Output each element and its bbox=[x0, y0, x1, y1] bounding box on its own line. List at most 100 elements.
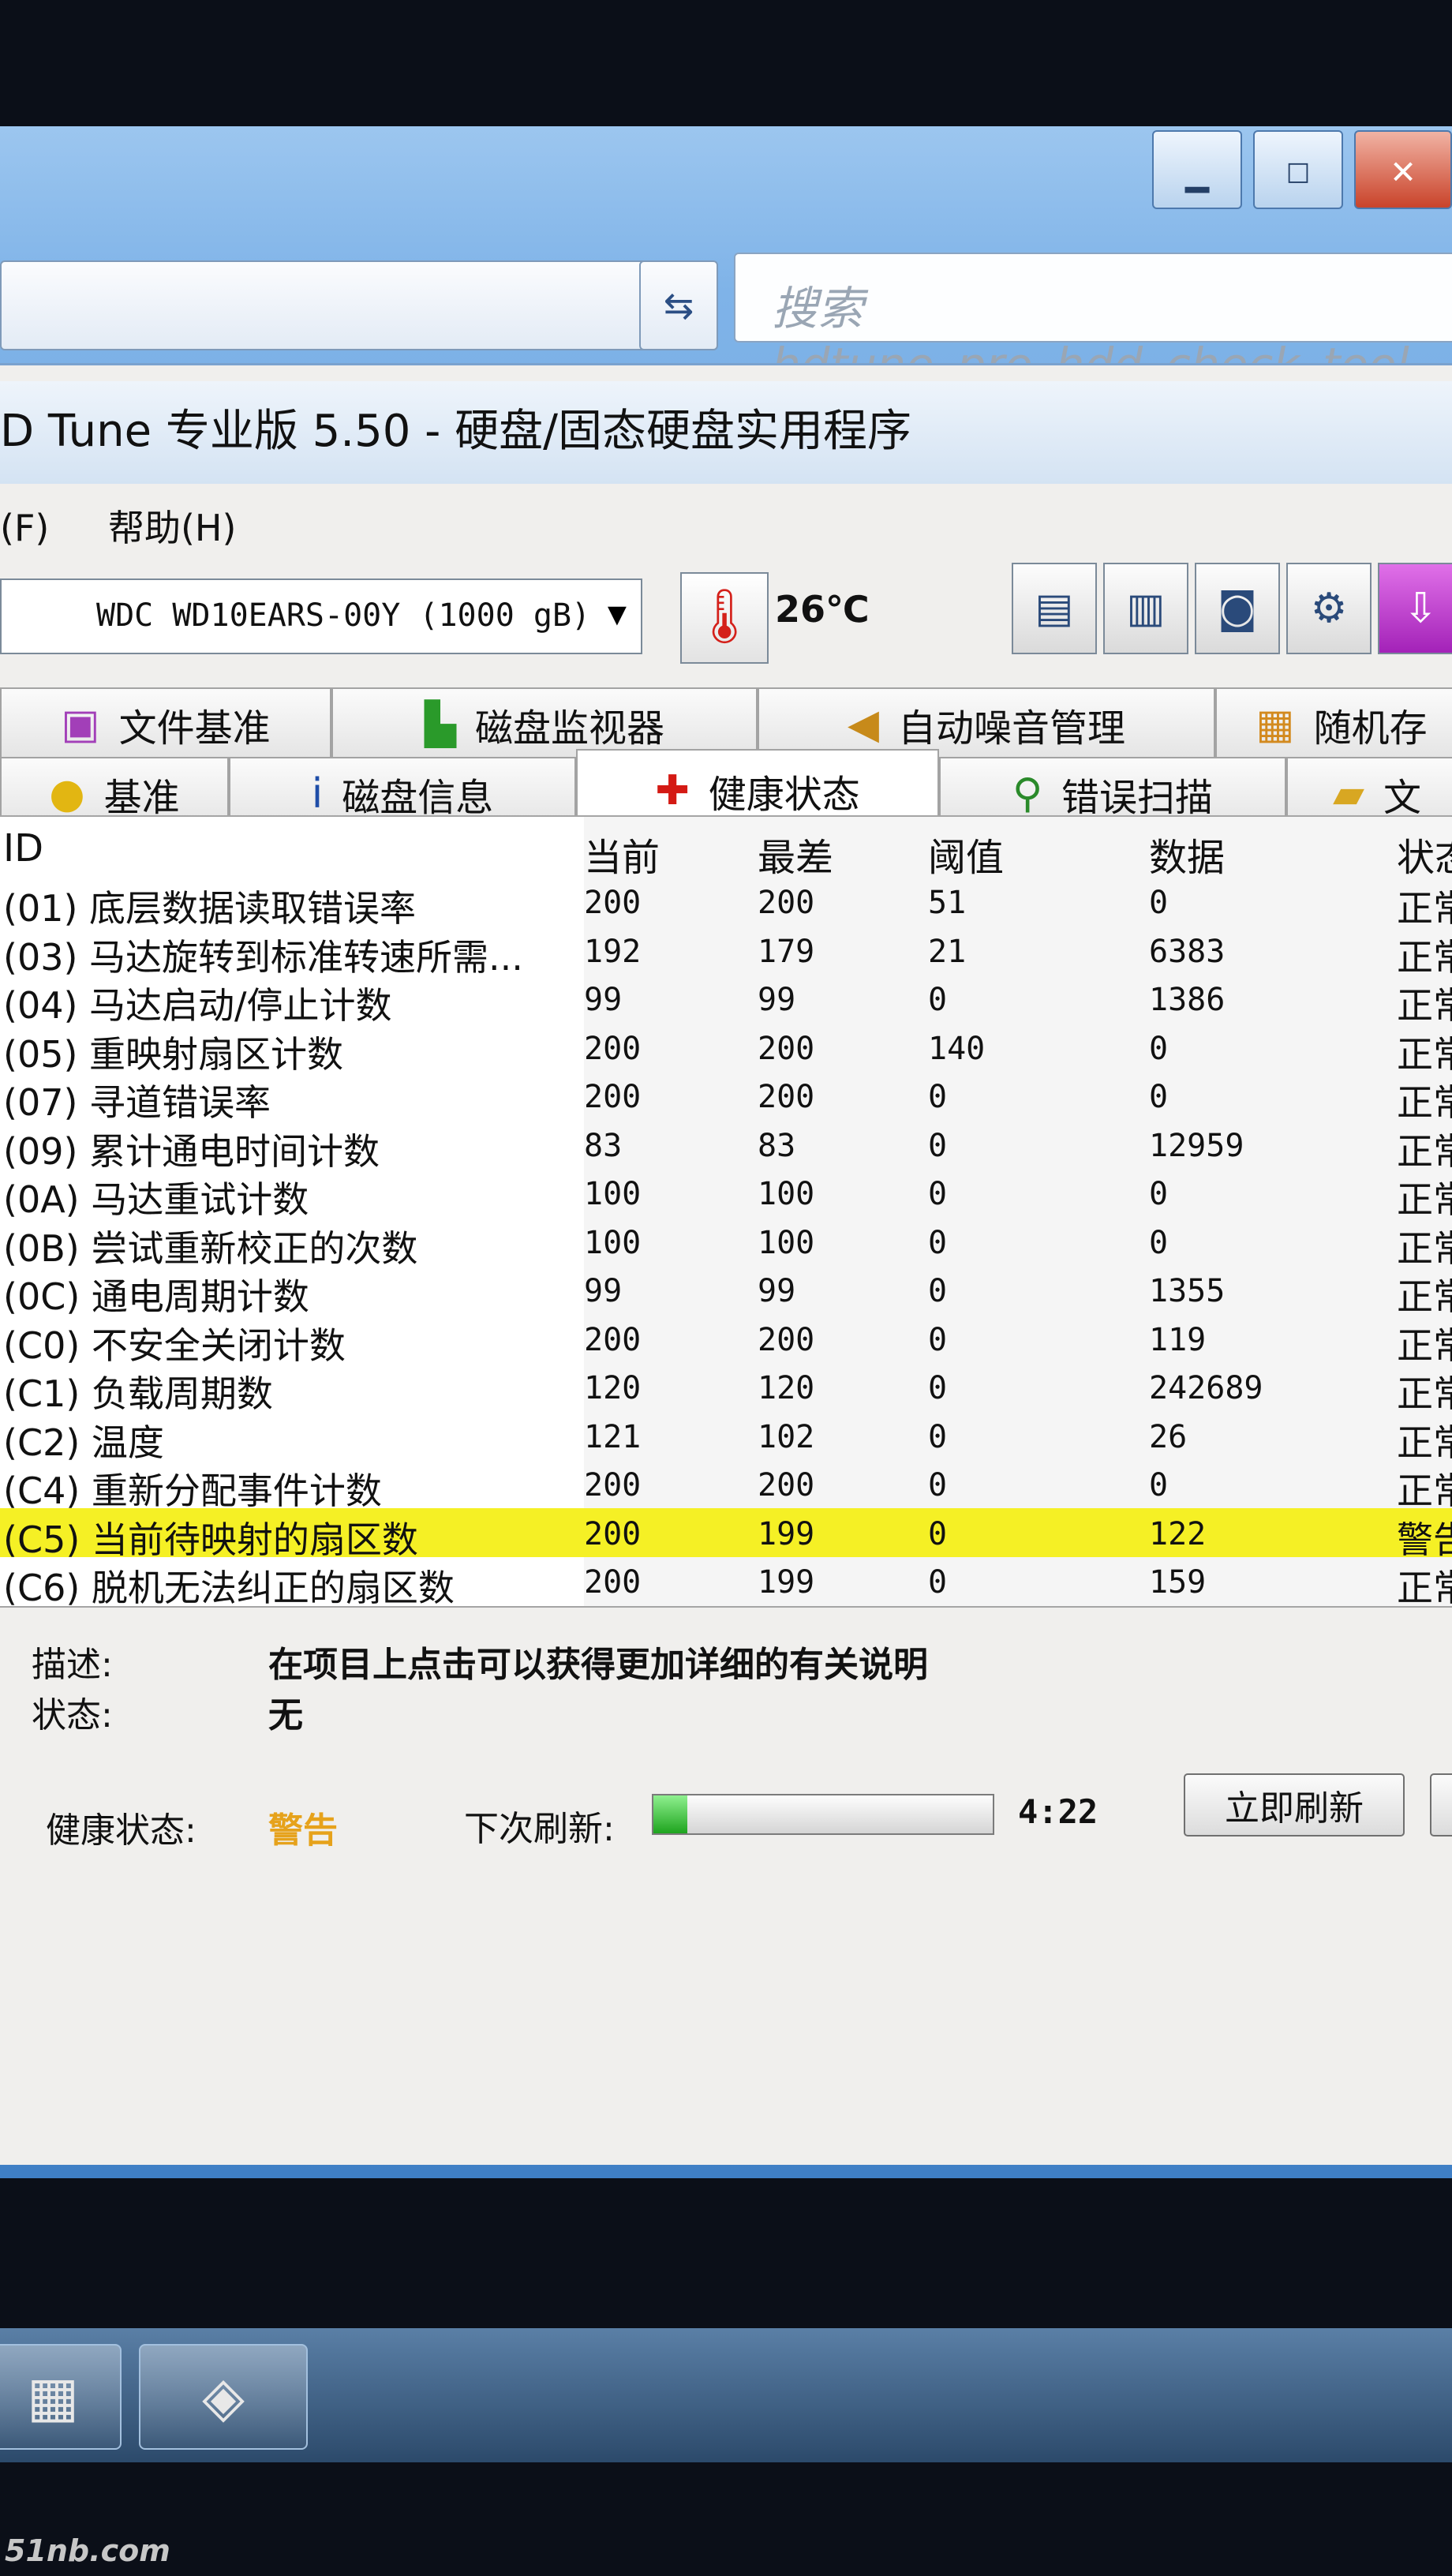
attribute-name: (05) 重映射扇区计数 bbox=[3, 1032, 344, 1076]
attribute-name: (04) 马达启动/停止计数 bbox=[3, 984, 392, 1027]
disk-monitor-icon: ▙ bbox=[424, 701, 456, 748]
status-value: 正常 bbox=[1397, 1324, 1452, 1367]
current-value: 200 bbox=[584, 1030, 642, 1067]
table-row[interactable]: (0C) 通电周期计数 99 99 0 1355 正常 bbox=[0, 1265, 1452, 1318]
file-benchmark-icon: ▣ bbox=[61, 701, 100, 748]
worst-value: 199 bbox=[758, 1515, 815, 1552]
table-row[interactable]: (C4) 重新分配事件计数 200 200 0 0 正常 bbox=[0, 1459, 1452, 1512]
menu-file[interactable]: (F) bbox=[0, 507, 49, 549]
attribute-name: (0A) 马达重试计数 bbox=[3, 1178, 309, 1221]
tab-file-benchmark[interactable]: ▣ 文件基准 bbox=[0, 687, 331, 760]
table-row[interactable]: (07) 寻道错误率 200 200 0 0 正常 bbox=[0, 1071, 1452, 1124]
table-row[interactable]: (01) 底层数据读取错误率 200 200 51 0 正常 bbox=[0, 877, 1452, 930]
current-value: 99 bbox=[584, 1273, 623, 1309]
table-row[interactable]: (C0) 不安全关闭计数 200 200 0 119 正常 bbox=[0, 1314, 1452, 1367]
table-row[interactable]: (C1) 负载周期数 120 120 0 242689 正常 bbox=[0, 1362, 1452, 1415]
close-button[interactable]: ✕ bbox=[1354, 130, 1452, 209]
refresh-now-button[interactable]: 立即刷新 bbox=[1184, 1773, 1405, 1837]
drive-select[interactable]: WDC WD10EARS-00Y (1000 gB) ▼ bbox=[0, 578, 642, 654]
table-row[interactable]: (C2) 温度 121 102 0 26 正常 bbox=[0, 1411, 1452, 1464]
worst-value: 99 bbox=[758, 982, 796, 1018]
status-value: 正常 bbox=[1397, 1178, 1452, 1221]
threshold-value: 0 bbox=[928, 1273, 948, 1309]
maximize-button[interactable]: ☐ bbox=[1253, 130, 1343, 209]
column-header-worst[interactable]: 最差 bbox=[758, 826, 833, 882]
refresh-progress-fill bbox=[653, 1795, 687, 1833]
menu-help[interactable]: 帮助(H) bbox=[108, 507, 236, 549]
exit-button[interactable] bbox=[1430, 1773, 1452, 1837]
search-input[interactable]: 搜索 hdtune_pro_hdd_check_tool_... bbox=[734, 253, 1452, 391]
table-row[interactable]: (04) 马达启动/停止计数 99 99 0 1386 正常 bbox=[0, 974, 1452, 1027]
worst-value: 199 bbox=[758, 1564, 815, 1601]
table-row[interactable]: (0B) 尝试重新校正的次数 100 100 0 0 正常 bbox=[0, 1217, 1452, 1270]
column-header-current[interactable]: 当前 bbox=[584, 826, 660, 882]
status-value: 正常 bbox=[1397, 1129, 1452, 1173]
worst-value: 200 bbox=[758, 1321, 815, 1358]
status-value: 正常 bbox=[1397, 1032, 1452, 1076]
status-value: 正常 bbox=[1397, 887, 1452, 930]
title-bar: D Tune 专业版 5.50 - 硬盘/固态硬盘实用程序 bbox=[0, 381, 1452, 484]
raw-data-value: 26 bbox=[1149, 1418, 1188, 1455]
description-label: 描述: bbox=[32, 1645, 113, 1685]
watermark: 51nb.com bbox=[5, 2533, 170, 2568]
hdtune-taskbar-icon[interactable]: ◈ bbox=[139, 2344, 308, 2450]
current-value: 200 bbox=[584, 1321, 642, 1358]
copy-text-icon[interactable]: ▤ bbox=[1012, 563, 1097, 654]
threshold-value: 21 bbox=[928, 933, 967, 970]
column-header-data[interactable]: 数据 bbox=[1149, 826, 1225, 882]
thermometer-icon: 🌡 bbox=[680, 572, 769, 664]
raw-data-value: 159 bbox=[1149, 1564, 1207, 1601]
table-row[interactable]: (03) 马达旋转到标准转速所需... 192 179 21 6383 正常 bbox=[0, 926, 1452, 979]
raw-data-value: 119 bbox=[1149, 1321, 1207, 1358]
current-value: 200 bbox=[584, 1467, 642, 1503]
table-row[interactable]: (05) 重映射扇区计数 200 200 140 0 正常 bbox=[0, 1023, 1452, 1076]
table-row[interactable]: (C6) 脱机无法纠正的扇区数 200 199 0 159 正常 bbox=[0, 1556, 1452, 1608]
caption-buttons: ▁ ☐ ✕ bbox=[1152, 130, 1452, 209]
toolbar-buttons: ▤ ▥ ◙ ⚙ ⇩ bbox=[1012, 563, 1452, 654]
options-icon[interactable]: ⚙ bbox=[1286, 563, 1372, 654]
table-row[interactable]: (C5) 当前待映射的扇区数 200 199 0 122 警告 bbox=[0, 1507, 1452, 1561]
status-value: 正常 bbox=[1397, 984, 1452, 1027]
tab-label: 健康状态 bbox=[708, 773, 860, 817]
attribute-name: (C6) 脱机无法纠正的扇区数 bbox=[3, 1567, 455, 1608]
tab-label: 基准 bbox=[103, 776, 180, 820]
temperature-readout: 26℃ bbox=[775, 588, 870, 631]
threshold-value: 0 bbox=[928, 1467, 948, 1503]
explorer-taskbar-icon[interactable]: ▦ bbox=[0, 2344, 122, 2450]
threshold-value: 0 bbox=[928, 1321, 948, 1358]
copy-screen-icon[interactable]: ▥ bbox=[1103, 563, 1188, 654]
column-header-status[interactable]: 状态 bbox=[1397, 826, 1452, 882]
current-value: 100 bbox=[584, 1176, 642, 1212]
worst-value: 100 bbox=[758, 1176, 815, 1212]
refresh-countdown: 4:22 bbox=[1018, 1792, 1098, 1831]
camera-icon[interactable]: ◙ bbox=[1195, 563, 1280, 654]
worst-value: 200 bbox=[758, 1467, 815, 1503]
worst-value: 102 bbox=[758, 1418, 815, 1455]
raw-data-value: 0 bbox=[1149, 1079, 1169, 1115]
chevron-down-icon[interactable]: ▼ bbox=[608, 596, 627, 632]
tab-label: 自动噪音管理 bbox=[897, 706, 1125, 751]
magnifier-icon: ⚲ bbox=[1012, 770, 1043, 818]
threshold-value: 0 bbox=[928, 1224, 948, 1261]
minimize-button[interactable]: ▁ bbox=[1152, 130, 1242, 209]
attribute-name: (01) 底层数据读取错误率 bbox=[3, 887, 417, 930]
refresh-icon[interactable]: ⇆ bbox=[639, 260, 718, 350]
attribute-name: (C2) 温度 bbox=[3, 1421, 164, 1464]
raw-data-value: 12959 bbox=[1149, 1127, 1244, 1164]
health-status-value: 警告 bbox=[268, 1810, 338, 1851]
column-header-threshold[interactable]: 阈值 bbox=[928, 826, 1004, 882]
status-value: 正常 bbox=[1397, 1372, 1452, 1415]
menu-bar: (F) 帮助(H) bbox=[0, 500, 283, 552]
threshold-value: 0 bbox=[928, 1418, 948, 1455]
table-row[interactable]: (0A) 马达重试计数 100 100 0 0 正常 bbox=[0, 1168, 1452, 1221]
threshold-value: 0 bbox=[928, 1127, 948, 1164]
tab-random-access[interactable]: ▦ 随机存 bbox=[1215, 687, 1452, 760]
current-value: 200 bbox=[584, 1564, 642, 1601]
address-bar[interactable]: ▼ bbox=[0, 260, 705, 350]
column-header-id[interactable]: ID bbox=[3, 826, 43, 871]
table-row[interactable]: (09) 累计通电时间计数 83 83 0 12959 正常 bbox=[0, 1120, 1452, 1173]
raw-data-value: 1355 bbox=[1149, 1273, 1226, 1309]
exit-icon[interactable]: ⇩ bbox=[1378, 563, 1452, 654]
threshold-value: 51 bbox=[928, 885, 967, 921]
worst-value: 100 bbox=[758, 1224, 815, 1261]
